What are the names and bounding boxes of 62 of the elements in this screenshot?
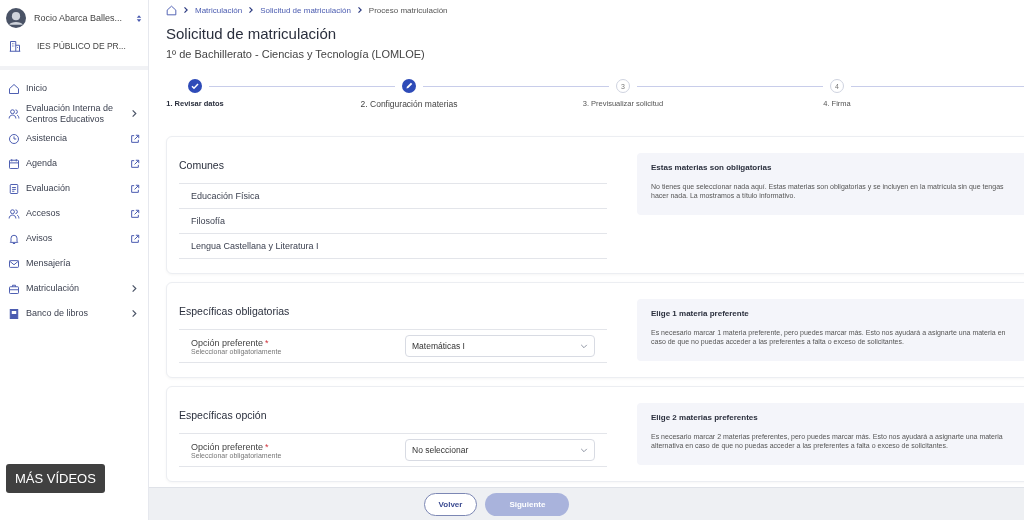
info-title: Elige 2 materias preferentes bbox=[651, 413, 759, 422]
breadcrumb-current: Proceso matriculación bbox=[368, 5, 448, 15]
nav-item[interactable]: Mensajería bbox=[0, 251, 148, 276]
info-title: Elige 1 materia preferente bbox=[651, 309, 750, 318]
bell-icon bbox=[8, 232, 20, 245]
chevron-right-icon bbox=[130, 309, 138, 318]
chevron-right-icon bbox=[130, 109, 138, 118]
briefcase-icon bbox=[8, 282, 20, 295]
external-link-icon bbox=[130, 233, 140, 244]
section-title: Comunes bbox=[179, 153, 607, 184]
step-label: 2. Configuración materias bbox=[360, 99, 458, 109]
subject-item: Filosofía bbox=[179, 209, 607, 234]
chevron-right-icon bbox=[356, 6, 363, 14]
back-button[interactable]: Volver bbox=[423, 492, 478, 516]
nav-item[interactable]: Accesos bbox=[0, 201, 148, 226]
field-label: Opción preferente bbox=[191, 441, 264, 452]
breadcrumb-link[interactable]: Matriculación bbox=[195, 5, 243, 15]
people-icon bbox=[8, 107, 20, 120]
more-videos-button[interactable]: MÁS VÍDEOS bbox=[6, 464, 105, 493]
nav-item[interactable]: Evaluación Interna de Centros Educativos bbox=[0, 101, 148, 126]
nav-item[interactable]: Avisos bbox=[0, 226, 148, 251]
chevron-right-icon bbox=[248, 6, 255, 14]
document-icon bbox=[8, 182, 20, 195]
calendar-icon bbox=[8, 157, 20, 170]
required-mark: * bbox=[265, 337, 269, 348]
section-title: Específicas opción bbox=[179, 403, 607, 434]
subject-item: Lengua Castellana y Literatura I bbox=[179, 234, 607, 259]
nav-item[interactable]: Agenda bbox=[0, 151, 148, 176]
required-mark: * bbox=[265, 441, 269, 452]
nav-item[interactable]: Banco de libros bbox=[0, 301, 148, 326]
chevron-down-icon bbox=[580, 447, 588, 453]
people-icon bbox=[8, 207, 20, 220]
nav-item[interactable]: Asistencia bbox=[0, 126, 148, 151]
external-link-icon bbox=[130, 158, 140, 169]
external-link-icon bbox=[130, 208, 140, 219]
subject-select[interactable]: Matemáticas I bbox=[405, 335, 595, 357]
page-subtitle: 1º de Bachillerato - Ciencias y Tecnología (LOMLOE) bbox=[166, 48, 426, 60]
home-icon bbox=[8, 82, 20, 95]
field-label: Opción preferente bbox=[191, 337, 264, 348]
info-title: Estas materias son obligatorias bbox=[651, 163, 773, 172]
mail-icon bbox=[8, 257, 20, 270]
external-link-icon bbox=[130, 183, 140, 194]
subject-select[interactable]: No seleccionar bbox=[405, 439, 595, 461]
chevron-down-icon bbox=[580, 343, 588, 349]
nav-item[interactable]: Inicio bbox=[0, 76, 148, 101]
breadcrumb-link[interactable]: Solicitud de matriculación bbox=[260, 5, 351, 15]
chevron-right-icon bbox=[183, 6, 189, 14]
nav-item[interactable]: Matriculación bbox=[0, 276, 148, 301]
building-icon bbox=[9, 40, 21, 52]
external-link-icon bbox=[130, 133, 140, 144]
book-icon bbox=[8, 307, 20, 320]
page-title: Solicitud de matriculación bbox=[166, 25, 338, 42]
user-avatar-icon bbox=[6, 8, 26, 28]
home-icon[interactable] bbox=[166, 4, 177, 16]
school-name: IES PÚBLICO DE PR... bbox=[37, 41, 126, 51]
subject-item: Educación Física bbox=[179, 184, 607, 209]
switch-icon[interactable] bbox=[136, 13, 142, 23]
nav-item[interactable]: Evaluación bbox=[0, 176, 148, 201]
chevron-right-icon bbox=[130, 284, 138, 293]
clock-icon bbox=[8, 132, 20, 145]
section-title: Específicas obligatorias bbox=[179, 299, 607, 330]
user-name[interactable]: Rocio Abarca Balles... bbox=[34, 13, 128, 23]
